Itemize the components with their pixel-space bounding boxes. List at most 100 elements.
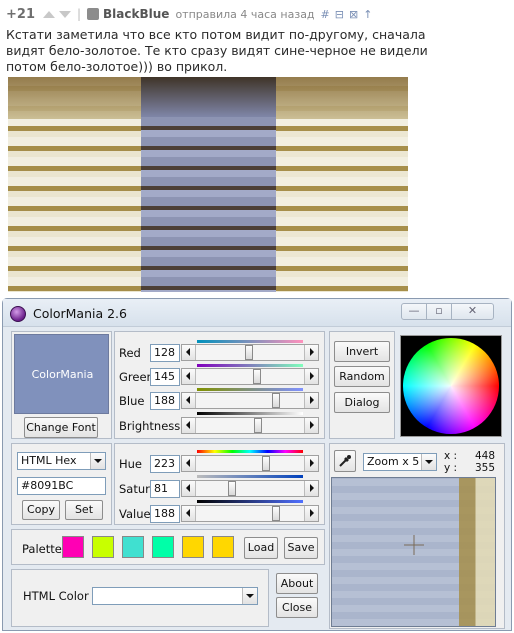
cursor-x-value: 448 xyxy=(475,450,496,462)
permalink-icon[interactable]: # xyxy=(321,8,330,21)
palette-save-button[interactable]: Save xyxy=(284,537,318,559)
blue-slider-thumb[interactable] xyxy=(272,393,280,408)
hue-slider-thumb[interactable] xyxy=(262,456,270,471)
collapse-icon[interactable]: ⊟ xyxy=(335,8,344,21)
red-value-field[interactable]: 128 xyxy=(150,344,180,362)
minimize-button[interactable]: — xyxy=(401,303,427,320)
preview-panel: ColorMania Change Font xyxy=(11,331,112,439)
blue-value-field[interactable]: 188 xyxy=(150,392,180,410)
change-font-button[interactable]: Change Font xyxy=(24,417,98,438)
palette-swatch[interactable] xyxy=(212,536,234,558)
green-increase-icon[interactable] xyxy=(304,369,318,384)
blue-decrease-icon[interactable] xyxy=(182,393,196,408)
green-decrease-icon[interactable] xyxy=(182,369,196,384)
value-label: Value xyxy=(119,507,151,521)
color-wheel[interactable] xyxy=(400,335,502,437)
zoom-preview xyxy=(331,477,496,627)
invert-button[interactable]: Invert xyxy=(334,341,390,362)
saturation-gradient xyxy=(197,475,303,478)
blue-slider[interactable] xyxy=(181,392,319,409)
palette-swatch[interactable] xyxy=(92,536,114,558)
saturation-increase-icon[interactable] xyxy=(304,481,318,496)
saturation-decrease-icon[interactable] xyxy=(182,481,196,496)
set-button[interactable]: Set xyxy=(65,500,103,520)
save-comment-icon[interactable]: ⊠ xyxy=(349,8,358,21)
downvote-icon[interactable] xyxy=(58,10,71,18)
dialog-button[interactable]: Dialog xyxy=(334,392,390,413)
hex-field[interactable]: #8091BC xyxy=(17,477,106,495)
brightness-increase-icon[interactable] xyxy=(304,418,318,433)
green-slider[interactable] xyxy=(181,368,319,385)
window-close-button[interactable]: ✕ xyxy=(451,303,494,320)
chevron-down-icon[interactable] xyxy=(90,453,105,469)
html-color-panel: HTML Color xyxy=(11,569,269,627)
red-decrease-icon[interactable] xyxy=(182,345,196,360)
comment-timestamp: отправила 4 часа назад xyxy=(175,7,315,21)
brightness-label: Brightness xyxy=(119,419,181,433)
brightness-slider[interactable] xyxy=(181,417,319,434)
red-slider[interactable] xyxy=(181,344,319,361)
green-value-field[interactable]: 145 xyxy=(150,368,180,386)
brightness-gradient xyxy=(197,412,303,415)
saturation-label: Satur. xyxy=(119,482,153,496)
saturation-slider[interactable] xyxy=(181,480,319,497)
chevron-down-icon[interactable] xyxy=(421,454,436,470)
hue-value-field[interactable]: 223 xyxy=(150,455,180,473)
palette-swatch[interactable] xyxy=(152,536,174,558)
color-preview: ColorMania xyxy=(14,334,109,414)
hue-slider[interactable] xyxy=(181,455,319,472)
hue-gradient xyxy=(197,450,303,453)
upvote-icon[interactable] xyxy=(42,10,55,18)
color-wheel-disc[interactable] xyxy=(403,338,499,434)
preview-label: ColorMania xyxy=(31,368,94,381)
close-button[interactable]: Close xyxy=(276,597,318,618)
window-titlebar[interactable]: ColorMania 2.6 — ▫ ✕ xyxy=(3,299,511,327)
hue-label: Hue xyxy=(119,457,143,471)
value-decrease-icon[interactable] xyxy=(182,506,196,521)
red-gradient xyxy=(197,340,303,343)
palette-swatch[interactable] xyxy=(182,536,204,558)
comment-score: +21 xyxy=(6,6,35,22)
html-color-label: HTML Color xyxy=(23,589,89,603)
palette-panel: Palette Load Save xyxy=(11,529,325,565)
palette-swatch[interactable] xyxy=(122,536,144,558)
value-increase-icon[interactable] xyxy=(304,506,318,521)
hue-increase-icon[interactable] xyxy=(304,456,318,471)
value-slider-thumb[interactable] xyxy=(272,506,280,521)
dress-photo-center: blue-black dress xyxy=(141,77,276,292)
zoom-select[interactable]: Zoom x 5 xyxy=(363,453,437,471)
blue-gradient xyxy=(197,388,303,391)
value-gradient xyxy=(197,500,303,503)
value-value-field[interactable]: 188 xyxy=(150,505,180,523)
copy-button[interactable]: Copy xyxy=(22,500,60,520)
hue-decrease-icon[interactable] xyxy=(182,456,196,471)
palette-label: Palette xyxy=(22,542,62,556)
blue-increase-icon[interactable] xyxy=(304,393,318,408)
load-button[interactable]: Load xyxy=(244,537,278,559)
blue-label: Blue xyxy=(119,394,145,408)
dress-photo-right: white-gold dress xyxy=(276,77,408,292)
brightness-decrease-icon[interactable] xyxy=(182,418,196,433)
comment-username[interactable]: BlackBlue xyxy=(103,7,169,21)
action-panel: Invert Random Dialog xyxy=(329,331,395,439)
red-increase-icon[interactable] xyxy=(304,345,318,360)
saturation-slider-thumb[interactable] xyxy=(228,481,236,496)
maximize-button[interactable]: ▫ xyxy=(426,303,452,320)
about-button[interactable]: About xyxy=(276,573,318,594)
value-slider[interactable] xyxy=(181,505,319,522)
green-slider-thumb[interactable] xyxy=(253,369,261,384)
format-select[interactable]: HTML Hex xyxy=(17,452,106,470)
parent-arrow-icon[interactable]: ↑ xyxy=(363,8,372,21)
random-button[interactable]: Random xyxy=(334,366,390,387)
red-slider-thumb[interactable] xyxy=(245,345,253,360)
green-label: Green xyxy=(119,370,154,384)
html-color-select[interactable] xyxy=(92,587,258,605)
eyedropper-button[interactable] xyxy=(334,450,356,472)
comment-image[interactable]: white-gold dress blue-black dress white-… xyxy=(8,77,408,292)
format-panel: HTML Hex #8091BC Copy Set xyxy=(11,443,112,525)
window-title: ColorMania 2.6 xyxy=(33,306,127,321)
saturation-value-field[interactable]: 81 xyxy=(150,480,180,498)
brightness-slider-thumb[interactable] xyxy=(254,418,262,433)
palette-swatch[interactable] xyxy=(62,536,84,558)
chevron-down-icon[interactable] xyxy=(242,588,257,604)
